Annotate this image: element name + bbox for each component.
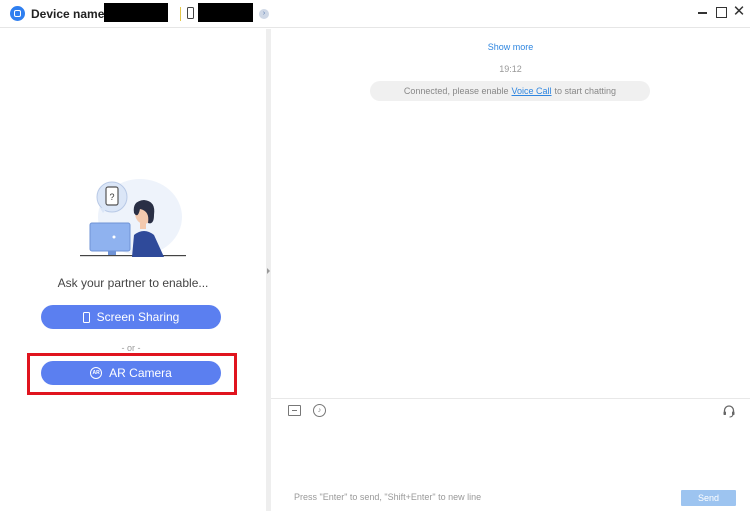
input-hint: Press "Enter" to send, "Shift+Enter" to … [294,492,482,502]
phone-icon [82,311,90,323]
connection-status-pill: Connected, please enable Voice Call to s… [370,81,650,101]
status-suffix: to start chatting [554,86,617,96]
redacted-device-id [198,3,253,22]
message-input-area[interactable]: ♪ Press "Enter" to send, "Shift+Enter" t… [271,398,750,511]
chat-pane: Show more 19:12 Connected, please enable… [271,29,750,511]
highlight-box [27,353,237,395]
ask-partner-text: Ask your partner to enable... [57,276,209,290]
collapse-arrow-icon[interactable] [267,268,270,274]
illustration-question-mark: ? [109,192,114,202]
close-button[interactable]: ✕ [731,4,747,20]
headset-icon[interactable] [722,404,736,418]
or-separator: - or - [121,343,141,353]
minimize-button[interactable] [695,4,711,20]
device-name-label: Device name: [31,7,109,21]
maximize-button[interactable] [713,4,729,20]
voice-icon[interactable]: ♪ [313,404,326,417]
send-button[interactable]: Send [681,490,736,506]
app-logo-icon [10,6,25,21]
info-icon[interactable]: › [259,9,269,19]
redacted-device-name [104,3,168,22]
phone-icon [187,7,194,19]
screen-sharing-label: Screen Sharing [96,310,180,324]
show-more-link[interactable]: Show more [271,42,750,52]
folder-icon[interactable] [288,405,301,416]
support-agent-illustration: ? [80,179,186,257]
voice-call-link[interactable]: Voice Call [512,86,552,96]
message-timestamp: 19:12 [499,64,522,74]
left-pane [0,29,266,511]
title-separator [180,7,181,21]
title-bar: Device name: › ✕ [0,0,750,28]
screen-sharing-button[interactable]: Screen Sharing [41,305,221,329]
status-prefix: Connected, please enable [403,86,509,96]
